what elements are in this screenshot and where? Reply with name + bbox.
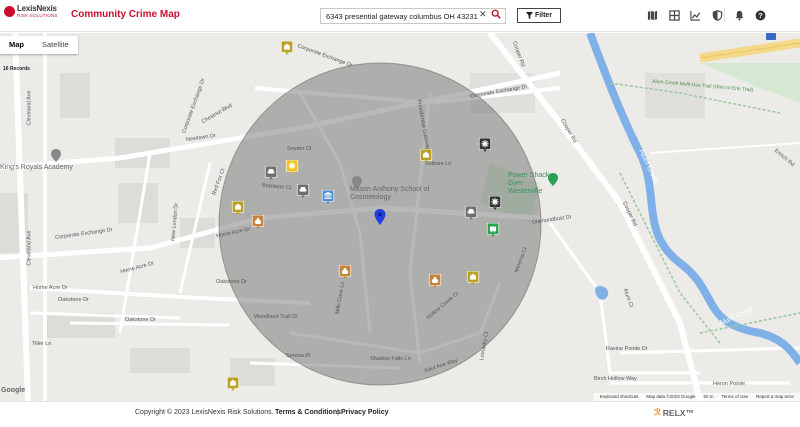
crime-marker-burglary-icon[interactable]: [280, 41, 294, 55]
crime-marker-burglary-icon[interactable]: [226, 377, 240, 391]
crime-marker-government-icon[interactable]: [321, 190, 335, 204]
terms-link[interactable]: Terms & Conditions: [275, 409, 341, 416]
road-label: Cleveland Ave: [26, 230, 33, 266]
scale-text[interactable]: 50 m: [703, 394, 713, 400]
crime-marker-burglary-icon[interactable]: [231, 201, 245, 215]
poi-label[interactable]: Mason Anthony School of Cosmetology: [350, 186, 430, 202]
crime-marker-drugs-icon[interactable]: [486, 223, 500, 237]
logo-name: LexisNexis: [17, 4, 57, 13]
logo-mark-icon: [4, 6, 15, 18]
bell-icon[interactable]: [734, 10, 745, 21]
road-label: Snyder Ct: [287, 146, 312, 152]
road-label: Oakstone Dr: [58, 297, 89, 303]
map-data-text: Map data ©2023 Google: [646, 394, 696, 399]
privacy-link[interactable]: Privacy Policy: [341, 409, 388, 416]
clear-search-icon[interactable]: ✕: [479, 9, 487, 20]
footer-separator: |: [337, 409, 339, 416]
crime-marker-theft-icon[interactable]: [251, 215, 265, 229]
poi-label[interactable]: King's Royals Academy: [0, 164, 73, 171]
map-attribution: Keyboard shortcuts Map data ©2023 Google…: [593, 393, 800, 401]
crime-marker-alert-icon[interactable]: [285, 160, 299, 174]
road-label: Cleveland Ave: [26, 90, 33, 126]
road-label: Birch Hollow Way: [594, 376, 637, 382]
road-label: Ravine Pointe Dr: [606, 346, 648, 352]
lexisnexis-logo[interactable]: LexisNexis RISK SOLUTIONS: [4, 5, 58, 19]
crime-marker-vehicle-icon[interactable]: [464, 206, 478, 220]
toolbar-divider: [724, 8, 725, 23]
records-count: 16 Records: [3, 66, 30, 72]
map-type-toggle: Map Satellite: [0, 36, 78, 54]
map-icon[interactable]: [647, 10, 658, 21]
crime-marker-vehicle-icon[interactable]: [296, 184, 310, 198]
poi-label[interactable]: Power Shack Gym Westerville: [508, 172, 558, 196]
map-canvas[interactable]: Corporate Exchange Dr Corporate Exchange…: [0, 33, 800, 401]
road-label: Oakstone Dr: [216, 279, 247, 285]
crime-marker-burglary-icon[interactable]: [466, 271, 480, 285]
terms-of-use-link[interactable]: Terms of Use: [721, 394, 748, 400]
search-icon[interactable]: [491, 9, 501, 19]
header: LexisNexis RISK SOLUTIONS Community Crim…: [0, 0, 800, 32]
map-tab[interactable]: Map: [0, 36, 33, 54]
filter-label: Filter: [534, 12, 553, 19]
help-icon[interactable]: ?: [755, 10, 766, 21]
shield-icon[interactable]: [712, 10, 723, 21]
road-label: Serena Pl: [286, 353, 311, 359]
road-label: Heron Pointe: [713, 381, 746, 387]
road-label: Shadow Falls Ln: [370, 356, 411, 362]
crime-marker-theft-icon[interactable]: [428, 274, 442, 288]
crime-marker-alert-icon[interactable]: [478, 138, 492, 152]
relx-logo[interactable]: ℛ RELX™: [654, 407, 694, 418]
road-label: Home Acre Dr: [33, 285, 68, 291]
crime-marker-vehicle-icon[interactable]: [264, 166, 278, 180]
crime-marker-alert-icon[interactable]: [488, 196, 502, 210]
filter-icon: [525, 12, 533, 19]
basemap: [0, 33, 800, 401]
page-title: Community Crime Map: [71, 9, 180, 20]
road-label: Oakstone Dr: [125, 317, 156, 323]
filter-button[interactable]: Filter: [517, 8, 561, 23]
relx-mark-icon: ℛ: [654, 407, 661, 417]
report-map-error-link[interactable]: Report a map error: [756, 394, 794, 400]
logo-sub: RISK SOLUTIONS: [17, 13, 58, 18]
satellite-tab[interactable]: Satellite: [33, 36, 78, 54]
chart-icon[interactable]: [690, 10, 701, 21]
road-label: Woodland Trail Dr: [254, 314, 298, 320]
crime-marker-burglary-icon[interactable]: [419, 149, 433, 163]
svg-text:?: ?: [758, 11, 763, 20]
copyright-text: Copyright © 2023 LexisNexis Risk Solutio…: [135, 409, 274, 416]
grid-icon[interactable]: [669, 10, 680, 21]
relx-text: RELX™: [662, 407, 694, 418]
keyboard-shortcuts-link[interactable]: Keyboard shortcuts: [600, 394, 639, 400]
page-footer: Copyright © 2023 LexisNexis Risk Solutio…: [0, 401, 800, 427]
google-logo[interactable]: Google: [1, 387, 25, 394]
crime-map-app: LexisNexis RISK SOLUTIONS Community Crim…: [0, 0, 800, 427]
road-label: Tiller Ln: [32, 341, 52, 347]
crime-marker-theft-icon[interactable]: [338, 265, 352, 279]
